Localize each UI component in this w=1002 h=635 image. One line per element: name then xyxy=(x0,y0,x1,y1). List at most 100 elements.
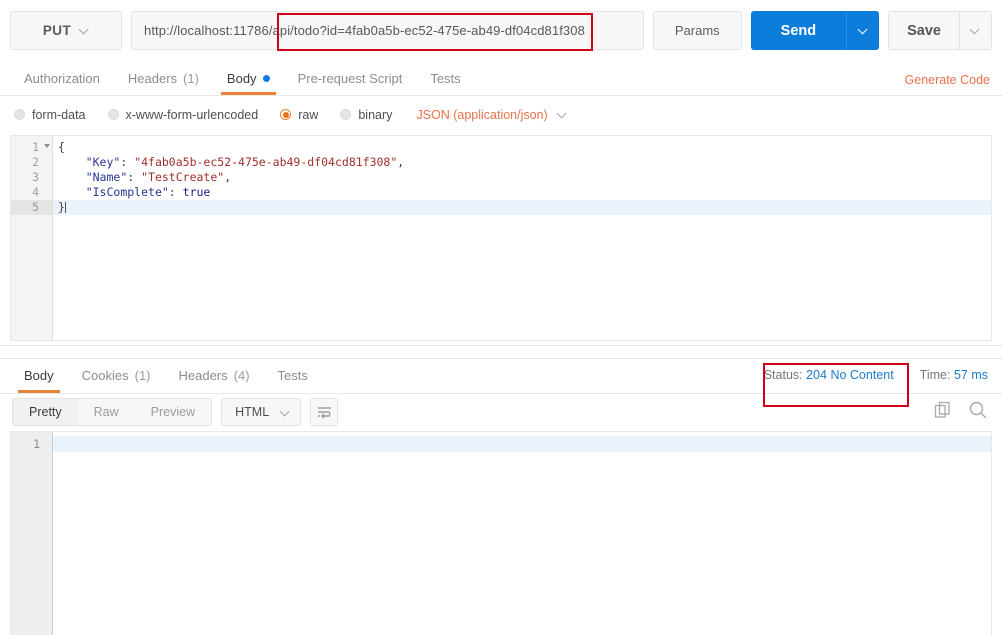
request-editor-gutter: 1 2 3 4 5 xyxy=(11,136,53,340)
body-type-raw[interactable]: raw xyxy=(280,108,318,122)
view-mode-raw-label: Raw xyxy=(93,405,119,419)
body-type-form-data-label: form-data xyxy=(32,107,86,122)
tab-headers[interactable]: Headers (1) xyxy=(114,61,213,95)
radio-icon xyxy=(107,109,119,120)
panel-splitter[interactable] xyxy=(0,344,1002,359)
status-badge: Status: 204 No Content xyxy=(764,368,894,382)
generate-code-label: Generate Code xyxy=(904,73,990,87)
code-line: "IsComplete": true xyxy=(53,185,991,200)
response-tab-bar: Body Cookies (1) Headers (4) Tests Statu… xyxy=(0,358,1002,407)
tab-body-label: Body xyxy=(226,70,257,86)
body-type-binary[interactable]: binary xyxy=(340,108,392,122)
url-input-value: http://localhost:11786/api/todo?id=4fab0… xyxy=(144,23,585,38)
body-modified-dot-icon xyxy=(262,74,270,82)
response-format-selector[interactable]: HTML xyxy=(221,398,302,426)
response-tab-tests-label: Tests xyxy=(277,368,308,383)
chevron-down-icon xyxy=(80,26,89,35)
view-mode-pretty[interactable]: Pretty xyxy=(13,399,78,425)
json-value-name: "TestCreate" xyxy=(141,170,225,184)
json-value-key: "4fab0a5b-ec52-475e-ab49-df04cd81f308" xyxy=(134,155,398,169)
body-type-row: form-data x-www-form-urlencoded raw bina… xyxy=(0,96,1002,133)
tab-authorization-label: Authorization xyxy=(24,70,100,86)
time-label: Time: xyxy=(919,367,951,382)
line-number-text: 1 xyxy=(32,140,39,154)
radio-icon xyxy=(14,109,25,120)
line-number: 1 xyxy=(11,140,52,155)
body-type-urlencoded-label: x-www-form-urlencoded xyxy=(125,107,259,122)
response-toolbar: Pretty Raw Preview HTML xyxy=(0,393,1002,431)
response-tab-body[interactable]: Body xyxy=(10,359,68,393)
code-fold-icon[interactable] xyxy=(44,144,50,148)
json-colon: : xyxy=(168,185,183,199)
generate-code-link[interactable]: Generate Code xyxy=(905,73,990,87)
response-body-code[interactable] xyxy=(53,432,991,635)
request-url-bar: PUT http://localhost:11786/api/todo?id=4… xyxy=(0,0,1002,61)
json-key-name: "Name" xyxy=(85,170,128,184)
save-button[interactable]: Save xyxy=(889,12,959,49)
send-button-group: Send xyxy=(750,11,880,50)
json-colon: : xyxy=(120,155,135,169)
time-badge: Time: 57 ms xyxy=(920,368,988,382)
json-comma: , xyxy=(224,170,232,184)
word-wrap-button[interactable] xyxy=(310,398,339,426)
response-view-mode-group: Pretty Raw Preview xyxy=(12,398,213,426)
chevron-down-icon xyxy=(558,110,567,119)
body-type-urlencoded[interactable]: x-www-form-urlencoded xyxy=(107,107,259,122)
json-brace-close: } xyxy=(58,200,65,214)
http-method-label: PUT xyxy=(42,23,72,38)
send-button[interactable]: Send xyxy=(750,11,847,50)
response-body-viewer[interactable]: 1 xyxy=(10,430,992,635)
json-key-iscomplete: "IsComplete" xyxy=(85,185,169,199)
chevron-down-icon xyxy=(859,26,868,35)
send-options-button[interactable] xyxy=(846,11,880,50)
response-tab-body-label: Body xyxy=(24,368,54,383)
response-tab-cookies[interactable]: Cookies (1) xyxy=(68,359,165,393)
request-body-code[interactable]: { "Key": "4fab0a5b-ec52-475e-ab49-df04cd… xyxy=(53,136,991,340)
search-button[interactable] xyxy=(968,400,988,420)
json-value-iscomplete: true xyxy=(182,185,211,199)
json-brace-open: { xyxy=(58,140,65,154)
save-button-label: Save xyxy=(907,22,941,39)
code-line: { xyxy=(53,140,991,155)
response-gutter: 1 xyxy=(11,431,53,635)
url-input[interactable]: http://localhost:11786/api/todo?id=4fab0… xyxy=(131,11,644,50)
json-key-key: "Key" xyxy=(85,155,121,169)
tab-tests[interactable]: Tests xyxy=(416,61,474,95)
line-number: 2 xyxy=(32,155,39,169)
response-tab-cookies-label: Cookies xyxy=(81,368,129,383)
response-meta: Status: 204 No Content Time: 57 ms xyxy=(764,368,988,382)
search-icon xyxy=(969,401,987,418)
tab-pre-request-script[interactable]: Pre-request Script xyxy=(284,61,417,95)
response-tab-cookies-count: (1) xyxy=(134,368,151,383)
tab-body[interactable]: Body xyxy=(213,61,284,95)
status-label: Status: xyxy=(763,367,803,382)
request-body-editor[interactable]: 1 2 3 4 5 { "Key": "4fab0a5b-ec52-475e-a… xyxy=(10,135,992,341)
word-wrap-icon xyxy=(317,406,331,418)
body-type-form-data[interactable]: form-data xyxy=(14,108,86,122)
code-line: "Key": "4fab0a5b-ec52-475e-ab49-df04cd81… xyxy=(53,155,991,170)
postman-window: PUT http://localhost:11786/api/todo?id=4… xyxy=(0,0,1002,635)
code-line: "Name": "TestCreate", xyxy=(53,170,991,185)
response-tab-headers[interactable]: Headers (4) xyxy=(165,359,264,393)
tab-tests-label: Tests xyxy=(430,70,461,86)
params-button[interactable]: Params xyxy=(652,11,742,50)
line-number: 3 xyxy=(32,170,39,184)
view-mode-raw[interactable]: Raw xyxy=(78,399,135,425)
http-method-selector[interactable]: PUT xyxy=(10,11,122,50)
tab-authorization[interactable]: Authorization xyxy=(10,61,114,95)
response-tab-headers-count: (4) xyxy=(233,368,250,383)
code-line-active: } xyxy=(53,200,991,215)
response-tab-tests[interactable]: Tests xyxy=(264,359,322,393)
view-mode-preview-label: Preview xyxy=(150,405,196,419)
save-options-button[interactable] xyxy=(959,12,991,49)
content-type-label: JSON (application/json) xyxy=(416,107,548,122)
body-type-raw-label: raw xyxy=(298,107,319,122)
response-tab-headers-label: Headers xyxy=(178,368,228,383)
view-mode-preview[interactable]: Preview xyxy=(135,399,211,425)
line-number: 4 xyxy=(32,185,39,199)
json-comma: , xyxy=(397,155,405,169)
copy-icon xyxy=(934,401,950,418)
copy-button[interactable] xyxy=(934,401,952,419)
response-action-icons xyxy=(934,400,988,420)
content-type-selector[interactable]: JSON (application/json) xyxy=(416,108,566,122)
